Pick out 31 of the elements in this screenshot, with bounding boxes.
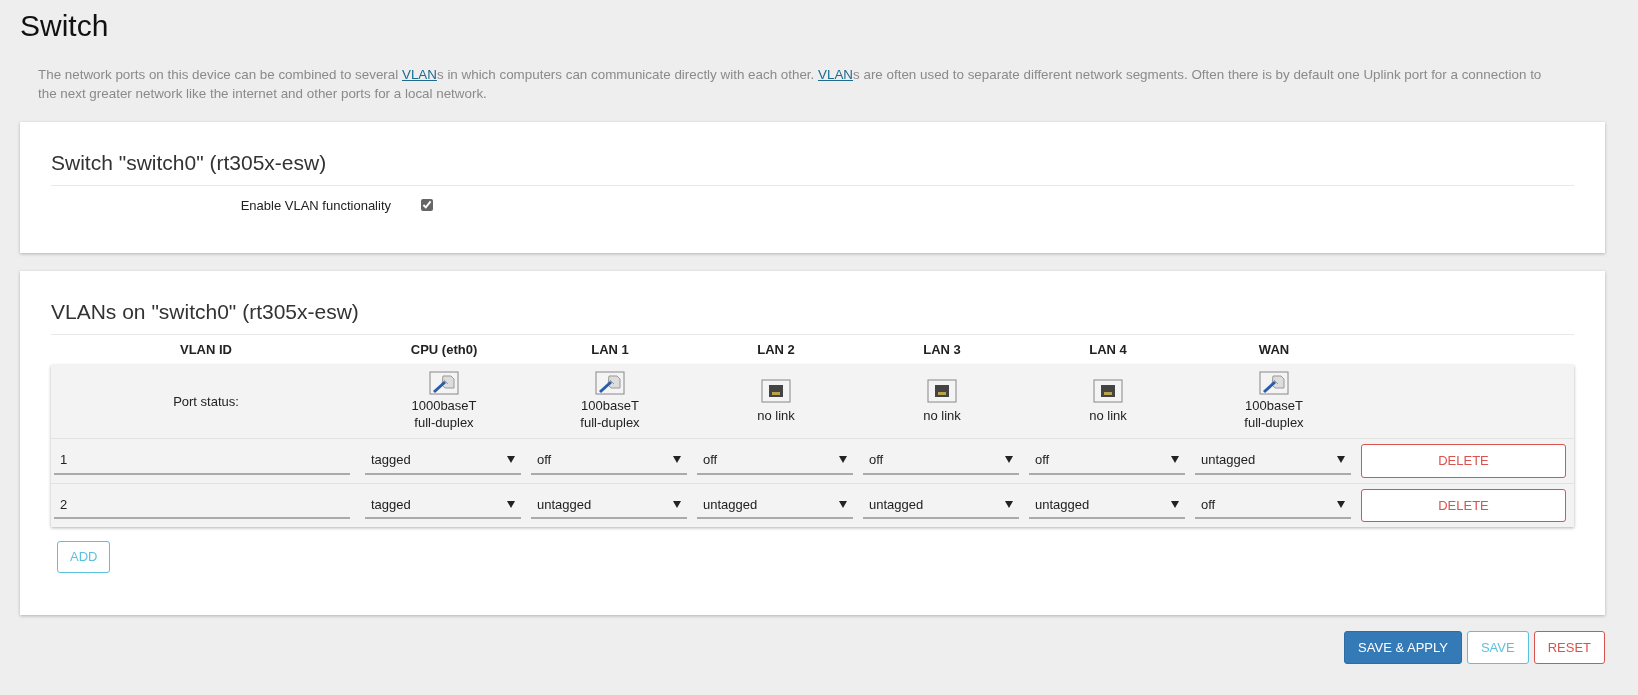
column-header: WAN: [1257, 341, 1291, 360]
port-status-text: full-duplex: [414, 414, 474, 432]
section-title: Switch "switch0" (rt305x-esw): [51, 149, 1574, 186]
enable-vlan-checkbox[interactable]: [421, 199, 433, 212]
port-status-text: full-duplex: [1244, 414, 1304, 432]
port-status-text: 100baseT: [581, 396, 639, 415]
port-status-text: no link: [757, 406, 795, 425]
port-status-text: no link: [923, 406, 961, 425]
column-header: CPU (eth0): [409, 341, 479, 360]
column-header: LAN 3: [922, 341, 962, 360]
column-header: LAN 2: [756, 341, 796, 360]
vlan-link[interactable]: VLAN: [402, 67, 437, 82]
action-button[interactable]: SAVE & APPLY: [1344, 630, 1462, 664]
field-label: Enable VLAN functionality: [239, 196, 392, 215]
port-status-text: 1000baseT: [411, 396, 477, 415]
port-status-text: full-duplex: [580, 414, 640, 432]
column-header: VLAN ID: [179, 341, 233, 360]
action-button[interactable]: RESET: [1533, 630, 1605, 664]
column-header: LAN 4: [1088, 341, 1128, 360]
vlan-id-field[interactable]: 1: [54, 447, 350, 475]
port-status-label: Port status:: [173, 392, 239, 411]
vlan-id-field[interactable]: 2: [54, 491, 350, 519]
section-title: VLANs on "switch0" (rt305x-esw): [51, 299, 1574, 336]
delete-button[interactable]: DELETE: [1361, 444, 1566, 478]
port-status-text: 100baseT: [1245, 396, 1303, 415]
description-text: The network ports on this device can be combined to several VLANs in which computers can communicate directly with each other. VLANs are often used to separate different network segments. Often there is by default one Uplink port for a connection to the next greater network like the internet and other ports for a local network.: [38, 66, 1543, 103]
port-status-text: no link: [1089, 406, 1127, 425]
page-title: Switch: [20, 8, 110, 44]
column-header: LAN 1: [590, 341, 630, 360]
delete-button[interactable]: DELETE: [1361, 488, 1566, 522]
vlan-link[interactable]: VLAN: [818, 67, 853, 82]
